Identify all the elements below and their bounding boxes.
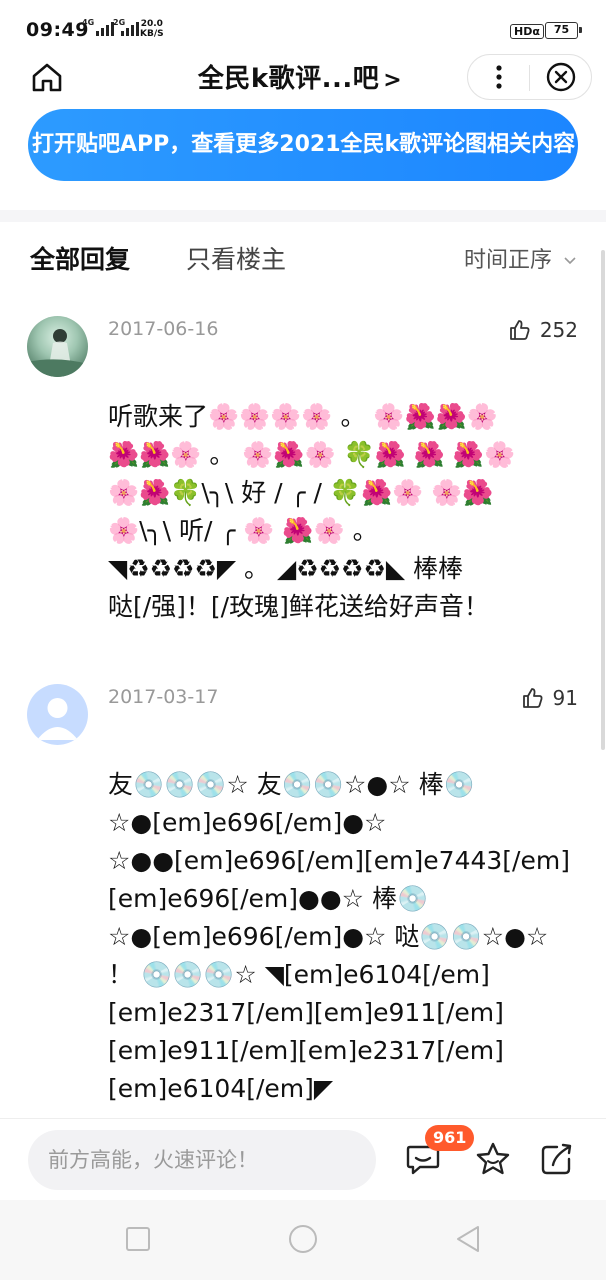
post-content: 听歌来了🌸🌸🌸🌸 。 🌸🌺🌺🌸 🌺🌺🌸 。 🌸🌺🌸 🍀🌺 🌺 🌺🌸 🌸🌺🍀\╮\… bbox=[108, 398, 578, 626]
like-count: 91 bbox=[552, 686, 578, 710]
home-icon bbox=[32, 63, 62, 92]
battery-level: 75 bbox=[553, 23, 570, 36]
content-line: [em]e911[/em][em]e2317[/em] bbox=[108, 1036, 504, 1065]
close-button[interactable] bbox=[530, 55, 591, 99]
reply-tabs: 全部回复 只看楼主 时间正序 bbox=[0, 228, 606, 288]
open-app-banner[interactable]: 打开贴吧APP，查看更多2021全民k歌评论图相关内容 bbox=[28, 109, 578, 181]
avatar[interactable] bbox=[27, 316, 88, 377]
tab-only-op[interactable]: 只看楼主 bbox=[186, 240, 286, 276]
signal-icon bbox=[96, 22, 114, 36]
post-date: 2017-06-16 bbox=[108, 318, 219, 340]
back-nav-button[interactable] bbox=[451, 1222, 485, 1256]
share-button[interactable] bbox=[538, 1140, 576, 1178]
sort-label: 时间正序 bbox=[464, 248, 553, 273]
content-line: 🌸\╮\ 听/ ╭ 🌸 🌺🌸 。 bbox=[108, 516, 378, 545]
hd-icon: HDα bbox=[510, 24, 544, 39]
comment-bar: 前方高能，火速评论！ 961 bbox=[0, 1118, 606, 1200]
close-icon bbox=[546, 62, 575, 92]
star-icon bbox=[476, 1142, 510, 1175]
more-button[interactable] bbox=[468, 55, 529, 99]
speed-value: 20.0 bbox=[140, 19, 163, 29]
tab-all-replies[interactable]: 全部回复 bbox=[30, 240, 130, 276]
recent-apps-button[interactable] bbox=[121, 1222, 155, 1256]
content-line: 哒[/强]！[/玫瑰]鲜花送给好声音！ bbox=[108, 592, 489, 621]
like-button[interactable]: 91 bbox=[521, 686, 578, 710]
thumbs-up-icon bbox=[522, 688, 543, 708]
title-bar: 全民k歌评...吧 > bbox=[0, 48, 606, 106]
more-icon bbox=[495, 65, 502, 89]
forum-title: 全民k歌评...吧 bbox=[197, 64, 380, 94]
signal-icon-2 bbox=[121, 22, 139, 36]
status-time: 09:49 bbox=[26, 19, 89, 41]
triangle-back-icon bbox=[457, 1226, 479, 1252]
home-button[interactable] bbox=[26, 56, 68, 98]
content-line: [em]e6104[/em]◤ bbox=[108, 1074, 334, 1103]
thumbs-up-icon bbox=[509, 320, 530, 340]
avatar-image bbox=[27, 329, 88, 377]
content-line: 听歌来了🌸🌸🌸🌸 。 🌸🌺🌺🌸 bbox=[108, 402, 498, 431]
favorite-button[interactable] bbox=[474, 1140, 512, 1178]
avatar[interactable] bbox=[27, 684, 88, 745]
comment-input[interactable]: 前方高能，火速评论！ bbox=[28, 1130, 376, 1190]
comment-count-badge: 961 bbox=[425, 1125, 475, 1151]
chevron-down-icon bbox=[564, 257, 576, 265]
content-line: 🌺🌺🌸 。 🌸🌺🌸 🍀🌺 🌺 🌺🌸 bbox=[108, 440, 516, 469]
system-navigation-bar bbox=[0, 1200, 606, 1280]
title-chevron-icon: > bbox=[383, 68, 403, 93]
mini-program-capsule bbox=[467, 54, 592, 100]
sort-dropdown[interactable]: 时间正序 bbox=[464, 242, 577, 274]
default-avatar-icon bbox=[37, 698, 78, 740]
post-content: 友💿💿💿☆ 友💿💿☆●☆ 棒💿 ☆●[em]e696[/em]●☆ ☆●●[em… bbox=[108, 766, 578, 1108]
network-speed: 20.0 KB/S bbox=[140, 19, 164, 39]
square-icon bbox=[126, 1227, 150, 1251]
content-line: ☆●[em]e696[/em]●☆ bbox=[108, 808, 387, 837]
content-line: ！ 💿💿💿☆ ◥[em]e6104[/em] bbox=[108, 960, 490, 989]
post-date: 2017-03-17 bbox=[108, 686, 219, 708]
like-button[interactable]: 252 bbox=[508, 318, 578, 342]
battery-icon: 75 bbox=[545, 22, 582, 39]
scrollbar[interactable] bbox=[601, 250, 605, 750]
content-line: 友💿💿💿☆ 友💿💿☆●☆ 棒💿 bbox=[108, 770, 475, 799]
like-count: 252 bbox=[539, 318, 578, 342]
page-title[interactable]: 全民k歌评...吧 > bbox=[150, 58, 450, 95]
circle-icon bbox=[289, 1225, 317, 1253]
section-divider bbox=[0, 210, 606, 222]
content-line: ☆●●[em]e696[/em][em]e7443[/em] bbox=[108, 846, 570, 875]
banner-text: 打开贴吧APP，查看更多2021全民k歌评论图相关内容 bbox=[32, 132, 576, 157]
content-line: [em]e2317[/em][em]e911[/em] bbox=[108, 998, 504, 1027]
content-line: ☆●[em]e696[/em]●☆ 哒💿💿☆●☆ bbox=[108, 922, 549, 951]
share-icon bbox=[541, 1143, 572, 1175]
speed-unit: KB/S bbox=[140, 29, 164, 39]
network-labels: 4G bbox=[82, 18, 94, 27]
content-line: [em]e696[/em]●●☆ 棒💿 bbox=[108, 884, 429, 913]
network-4g-label: 4G bbox=[82, 18, 95, 27]
home-nav-button[interactable] bbox=[286, 1222, 320, 1256]
content-line: 🌸🌺🍀\╮\ 好 / ╭ / 🍀🌺🌸 🌸🌺 bbox=[108, 478, 494, 507]
content-line: ◥♻♻♻♻◤ 。 ◢♻♻♻♻◣ 棒棒 bbox=[108, 554, 464, 583]
